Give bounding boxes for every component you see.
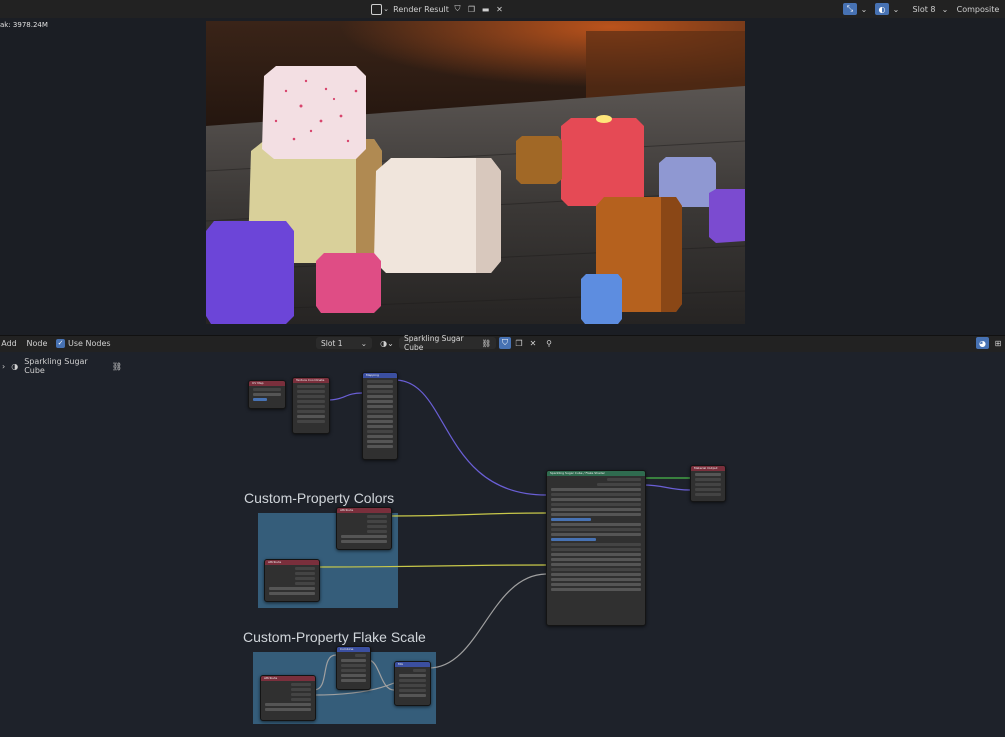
node-combine[interactable]: Combine bbox=[336, 646, 371, 690]
node-attribute-color-2[interactable]: Attribute bbox=[264, 559, 320, 602]
node-title: Attribute bbox=[337, 508, 391, 513]
node-title: UV Map bbox=[249, 381, 285, 386]
node-mapping[interactable]: Mapping bbox=[362, 372, 398, 460]
node-material-output[interactable]: Material Output bbox=[690, 465, 726, 502]
node-title: Texture Coordinate bbox=[293, 378, 329, 383]
node-attribute-color-1[interactable]: Attribute bbox=[336, 507, 392, 550]
node-title: Mapping bbox=[363, 373, 397, 378]
node-texture-coordinate[interactable]: Texture Coordinate bbox=[292, 377, 330, 434]
node-title: Sparkling Sugar Cube / Flake Shader bbox=[547, 471, 645, 476]
node-mix[interactable]: Mix bbox=[394, 661, 431, 706]
node-title: Mix bbox=[395, 662, 430, 667]
node-title: Combine bbox=[337, 647, 370, 652]
node-uv-map[interactable]: UV Map bbox=[248, 380, 286, 409]
node-links bbox=[313, 379, 691, 696]
node-title: Attribute bbox=[261, 676, 315, 681]
node-attribute-flake-scale[interactable]: Attribute bbox=[260, 675, 316, 721]
node-title: Attribute bbox=[265, 560, 319, 565]
node-group-sugar-cube[interactable]: Sparkling Sugar Cube / Flake Shader bbox=[546, 470, 646, 626]
node-title: Material Output bbox=[691, 466, 725, 471]
